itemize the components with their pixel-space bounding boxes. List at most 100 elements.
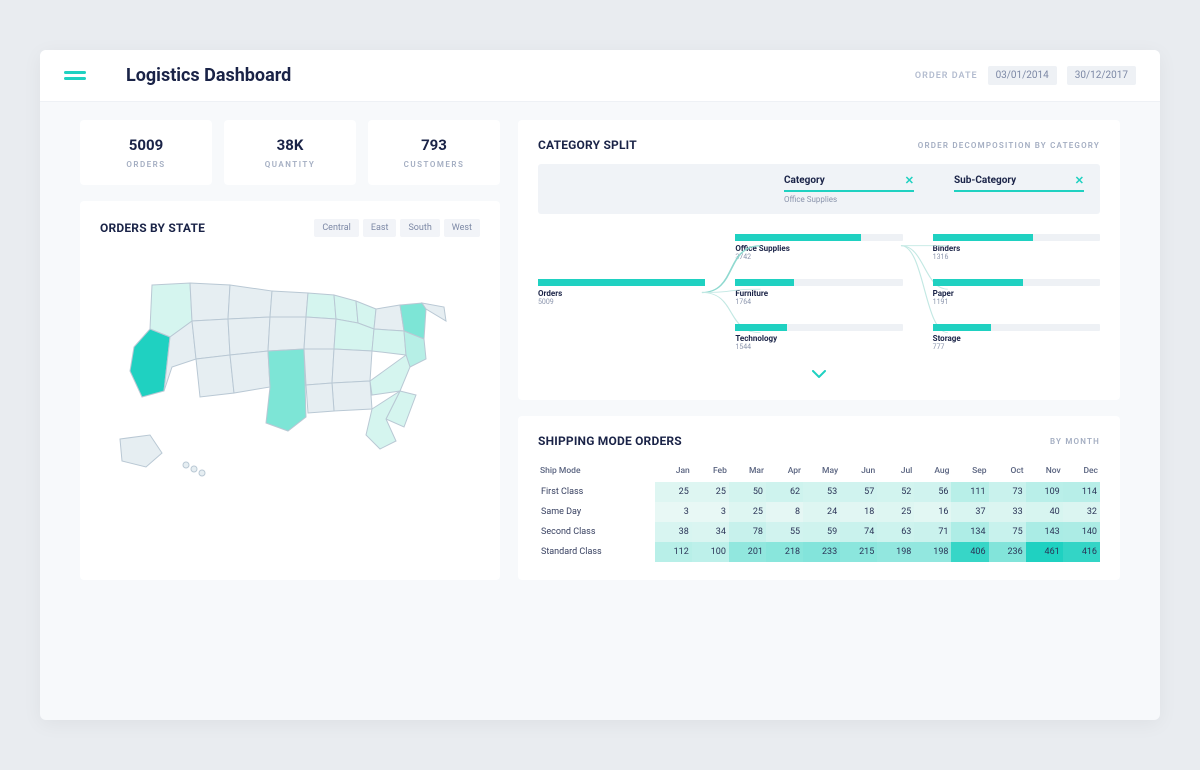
us-map[interactable] xyxy=(100,249,480,509)
heatmap-cell[interactable]: 3 xyxy=(655,502,692,522)
col-header-month: Mar xyxy=(729,460,766,482)
heatmap-cell[interactable]: 140 xyxy=(1063,522,1100,542)
table-row: Standard Class11210020121823321519819840… xyxy=(538,542,1100,562)
stat-label: ORDERS xyxy=(88,160,204,169)
heatmap-cell[interactable]: 37 xyxy=(951,502,988,522)
heatmap-cell[interactable]: 18 xyxy=(840,502,877,522)
heatmap-cell[interactable]: 24 xyxy=(803,502,840,522)
heatmap-cell[interactable]: 33 xyxy=(989,502,1026,522)
heatmap-cell[interactable]: 143 xyxy=(1026,522,1063,542)
decomp-value: 1316 xyxy=(933,253,1100,261)
heatmap-cell[interactable]: 52 xyxy=(877,482,914,502)
heatmap-cell[interactable]: 134 xyxy=(951,522,988,542)
heatmap-cell[interactable]: 75 xyxy=(989,522,1026,542)
decomp-item[interactable]: Paper1191 xyxy=(933,279,1100,306)
heatmap-cell[interactable]: 8 xyxy=(766,502,803,522)
decomp-item[interactable]: Technology1544 xyxy=(735,324,902,351)
close-icon[interactable]: ✕ xyxy=(905,174,914,187)
heatmap-cell[interactable]: 59 xyxy=(803,522,840,542)
heatmap-cell[interactable]: 55 xyxy=(766,522,803,542)
decomp-item[interactable]: Office Supplies3742 xyxy=(735,234,902,261)
heatmap-cell[interactable]: 201 xyxy=(729,542,766,562)
card-header: ORDERS BY STATE Central East South West xyxy=(100,219,480,237)
heatmap-cell[interactable]: 62 xyxy=(766,482,803,502)
stat-value: 38K xyxy=(232,136,348,154)
row-label: Same Day xyxy=(538,502,655,522)
heatmap-cell[interactable]: 73 xyxy=(989,482,1026,502)
heatmap-cell[interactable]: 50 xyxy=(729,482,766,502)
right-column: CATEGORY SPLIT ORDER DECOMPOSITION BY CA… xyxy=(518,120,1120,580)
heatmap-cell[interactable]: 40 xyxy=(1026,502,1063,522)
close-icon[interactable]: ✕ xyxy=(1075,174,1084,187)
heatmap-cell[interactable]: 100 xyxy=(692,542,729,562)
decomp-item[interactable]: Furniture1764 xyxy=(735,279,902,306)
heatmap-cell[interactable]: 25 xyxy=(729,502,766,522)
heatmap-cell[interactable]: 71 xyxy=(914,522,951,542)
heatmap-cell[interactable]: 198 xyxy=(877,542,914,562)
decomp-value: 3742 xyxy=(735,253,902,261)
decomp-name: Binders xyxy=(933,244,1100,253)
heatmap-cell[interactable]: 25 xyxy=(655,482,692,502)
col-header-month: Apr xyxy=(766,460,803,482)
col-header-shipmode: Ship Mode xyxy=(538,460,655,482)
card-header: CATEGORY SPLIT ORDER DECOMPOSITION BY CA… xyxy=(538,138,1100,152)
region-tab-central[interactable]: Central xyxy=(314,219,359,237)
filter-subcategory[interactable]: Sub-Category ✕ xyxy=(954,174,1084,204)
heatmap-cell[interactable]: 198 xyxy=(914,542,951,562)
heatmap-cell[interactable]: 74 xyxy=(840,522,877,542)
stat-label: QUANTITY xyxy=(232,160,348,169)
heatmap-cell[interactable]: 109 xyxy=(1026,482,1063,502)
decomp-name: Storage xyxy=(933,334,1100,343)
heatmap-cell[interactable]: 38 xyxy=(655,522,692,542)
decomp-value: 777 xyxy=(933,343,1100,351)
heatmap-cell[interactable]: 416 xyxy=(1063,542,1100,562)
filter-value: Office Supplies xyxy=(784,195,914,204)
heatmap-cell[interactable]: 406 xyxy=(951,542,988,562)
heatmap-cell[interactable]: 236 xyxy=(989,542,1026,562)
col-header-month: Sep xyxy=(951,460,988,482)
heatmap-cell[interactable]: 114 xyxy=(1063,482,1100,502)
heatmap-cell[interactable]: 233 xyxy=(803,542,840,562)
heatmap-cell[interactable]: 78 xyxy=(729,522,766,542)
heatmap-cell[interactable]: 53 xyxy=(803,482,840,502)
heatmap-cell[interactable]: 461 xyxy=(1026,542,1063,562)
decomp-item[interactable]: Binders1316 xyxy=(933,234,1100,261)
header: Logistics Dashboard ORDER DATE 03/01/201… xyxy=(40,50,1160,102)
region-tab-south[interactable]: South xyxy=(400,219,439,237)
region-tab-east[interactable]: East xyxy=(363,219,397,237)
heatmap-cell[interactable]: 218 xyxy=(766,542,803,562)
heatmap-cell[interactable]: 16 xyxy=(914,502,951,522)
heatmap-cell[interactable]: 32 xyxy=(1063,502,1100,522)
heatmap-cell[interactable]: 111 xyxy=(951,482,988,502)
heatmap-cell[interactable]: 112 xyxy=(655,542,692,562)
heatmap-cell[interactable]: 34 xyxy=(692,522,729,542)
col-header-month: Dec xyxy=(1063,460,1100,482)
col-header-month: May xyxy=(803,460,840,482)
heatmap-cell[interactable]: 3 xyxy=(692,502,729,522)
decomp-value: 5009 xyxy=(538,298,705,306)
date-from-picker[interactable]: 03/01/2014 xyxy=(988,66,1057,85)
decomp-name: Technology xyxy=(735,334,902,343)
shipping-mode-card: SHIPPING MODE ORDERS BY MONTH Ship ModeJ… xyxy=(518,416,1120,580)
menu-icon[interactable] xyxy=(64,71,86,80)
app-root: Logistics Dashboard ORDER DATE 03/01/201… xyxy=(40,50,1160,720)
heatmap-cell[interactable]: 25 xyxy=(692,482,729,502)
heatmap-cell[interactable]: 56 xyxy=(914,482,951,502)
heatmap-cell[interactable]: 57 xyxy=(840,482,877,502)
decomp-name: Orders xyxy=(538,289,705,298)
heatmap-cell[interactable]: 63 xyxy=(877,522,914,542)
filter-category[interactable]: Category ✕ Office Supplies xyxy=(784,174,914,204)
chevron-down-icon[interactable] xyxy=(538,363,1100,382)
region-tab-west[interactable]: West xyxy=(444,219,480,237)
heatmap-cell[interactable]: 25 xyxy=(877,502,914,522)
heatmap-cell[interactable]: 215 xyxy=(840,542,877,562)
card-title: SHIPPING MODE ORDERS xyxy=(538,434,682,448)
left-column: 5009 ORDERS 38K QUANTITY 793 CUSTOMERS O… xyxy=(80,120,500,580)
decomp-subcategories-col: Binders1316 Paper1191 Storage777 xyxy=(933,234,1100,351)
decomp-value: 1544 xyxy=(735,343,902,351)
decomp-item-orders[interactable]: Orders 5009 xyxy=(538,279,705,306)
col-header-month: Oct xyxy=(989,460,1026,482)
shipping-heatmap-table: Ship ModeJanFebMarAprMayJunJulAugSepOctN… xyxy=(538,460,1100,562)
date-to-picker[interactable]: 30/12/2017 xyxy=(1067,66,1136,85)
decomp-item[interactable]: Storage777 xyxy=(933,324,1100,351)
